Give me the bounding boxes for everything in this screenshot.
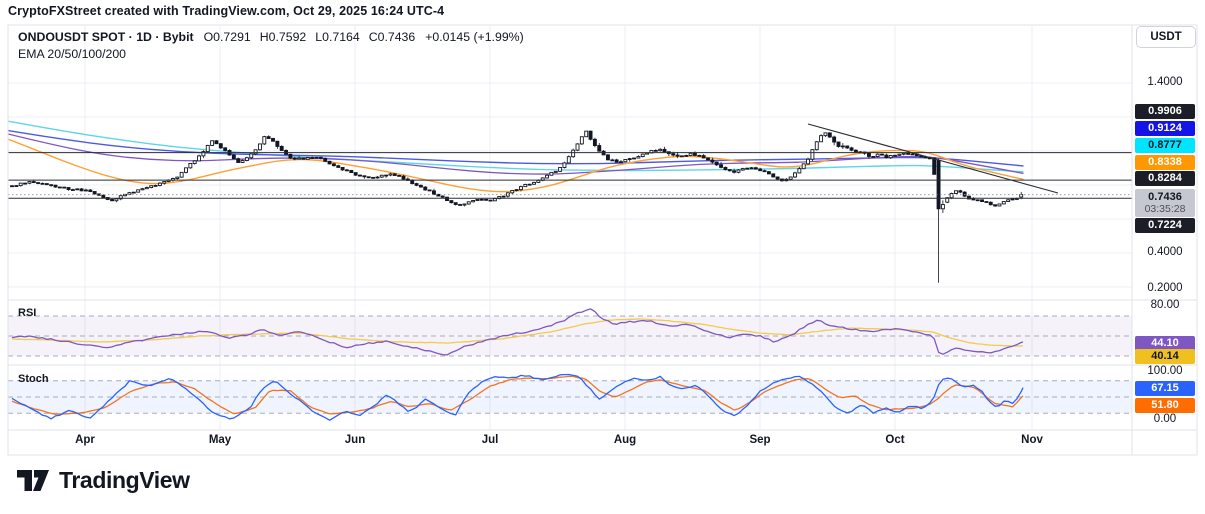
price-axis-label: 40.14	[1135, 349, 1195, 364]
price-axis-label: 0.7224	[1135, 218, 1195, 233]
time-axis-label: Aug	[614, 434, 636, 446]
indicator-title[interactable]: EMA 20/50/100/200	[18, 47, 126, 61]
price-axis-label: 51.80	[1135, 398, 1195, 413]
ohlc-value: H0.7592	[260, 30, 307, 44]
tradingview-logo-text: TradingView	[59, 467, 190, 494]
time-axis-label: Jul	[482, 434, 499, 446]
price-axis-tick: 0.4000	[1134, 246, 1196, 258]
ohlc-value: L0.7164	[315, 30, 359, 44]
currency-toggle-button[interactable]: USDT	[1136, 26, 1196, 48]
time-axis-label: Sep	[749, 434, 770, 446]
chart-legend: ONDOUSDT SPOT · 1D · Bybit O0.7291 H0.759…	[18, 30, 524, 61]
price-axis-label: 0.8338	[1135, 155, 1195, 170]
change-value: +0.0145 (+1.99%)	[425, 30, 523, 44]
tradingview-chart-screenshot: CryptoFXStreet created with TradingView.…	[0, 0, 1205, 514]
price-axis-label: 0.9906	[1135, 104, 1195, 119]
price-axis-tick: 1.4000	[1134, 76, 1196, 88]
time-axis-label: Nov	[1021, 434, 1043, 446]
current-price-label: 0.743603:35:28	[1135, 189, 1195, 217]
price-axis-label: 0.8777	[1135, 138, 1195, 153]
price-axis-tick: 80.00	[1134, 299, 1196, 311]
ohlc-value: O0.7291	[204, 30, 251, 44]
price-axis-label: 0.9124	[1135, 121, 1195, 136]
price-axis-tick: 0.2000	[1134, 282, 1196, 294]
time-axis-label: May	[209, 434, 231, 446]
stoch-pane-label[interactable]: Stoch	[18, 373, 49, 385]
price-axis-label: 67.15	[1135, 381, 1195, 396]
current-price-value: 0.7436	[1148, 191, 1182, 204]
price-axis-tick: 100.00	[1134, 365, 1196, 377]
price-axis-tick: 0.00	[1134, 413, 1196, 425]
symbol-title[interactable]: ONDOUSDT SPOT · 1D · Bybit	[18, 30, 194, 44]
ohlc-values: O0.7291 H0.7592 L0.7164 C0.7436	[204, 30, 416, 44]
rsi-pane-label[interactable]: RSI	[18, 307, 36, 319]
bar-countdown-timer: 03:35:28	[1145, 203, 1186, 216]
time-axis-label: Jun	[345, 434, 365, 446]
ohlc-value: C0.7436	[369, 30, 416, 44]
price-axis-label: 0.8284	[1135, 171, 1195, 186]
time-axis-label: Oct	[885, 434, 904, 446]
tradingview-logo[interactable]: TradingView	[16, 466, 190, 494]
tradingview-logo-icon	[16, 466, 50, 494]
time-axis-label: Apr	[75, 434, 95, 446]
